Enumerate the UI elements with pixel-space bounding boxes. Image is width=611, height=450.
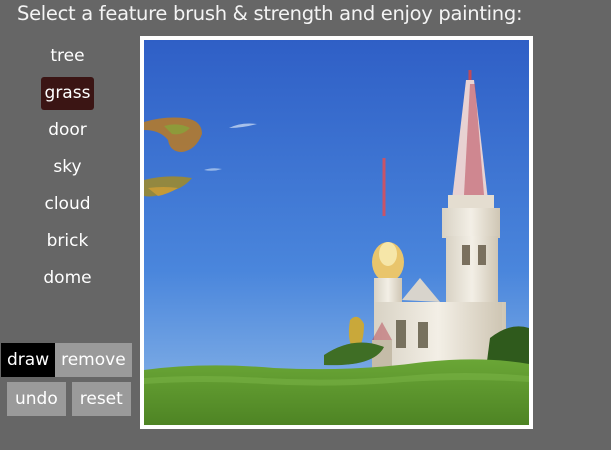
brush-sky[interactable]: sky xyxy=(49,151,85,184)
mode-toggle: draw remove xyxy=(1,343,132,377)
brush-cloud[interactable]: cloud xyxy=(40,188,94,221)
brush-door[interactable]: door xyxy=(44,114,91,147)
brush-brick[interactable]: brick xyxy=(43,225,93,258)
draw-button[interactable]: draw xyxy=(1,343,56,377)
brush-grass[interactable]: grass xyxy=(40,77,95,110)
brush-tree[interactable]: tree xyxy=(46,40,88,73)
action-buttons: undo reset xyxy=(7,382,131,416)
brush-dome[interactable]: dome xyxy=(39,262,95,295)
brush-list: tree grass door sky cloud brick dome xyxy=(0,40,135,299)
remove-button[interactable]: remove xyxy=(55,343,132,377)
instruction-text: Select a feature brush & strength and en… xyxy=(17,2,523,25)
reset-button[interactable]: reset xyxy=(71,382,131,416)
undo-button[interactable]: undo xyxy=(7,382,66,416)
grass-region xyxy=(144,359,529,425)
painting-canvas-frame xyxy=(140,36,533,429)
painting-canvas[interactable] xyxy=(144,40,529,425)
